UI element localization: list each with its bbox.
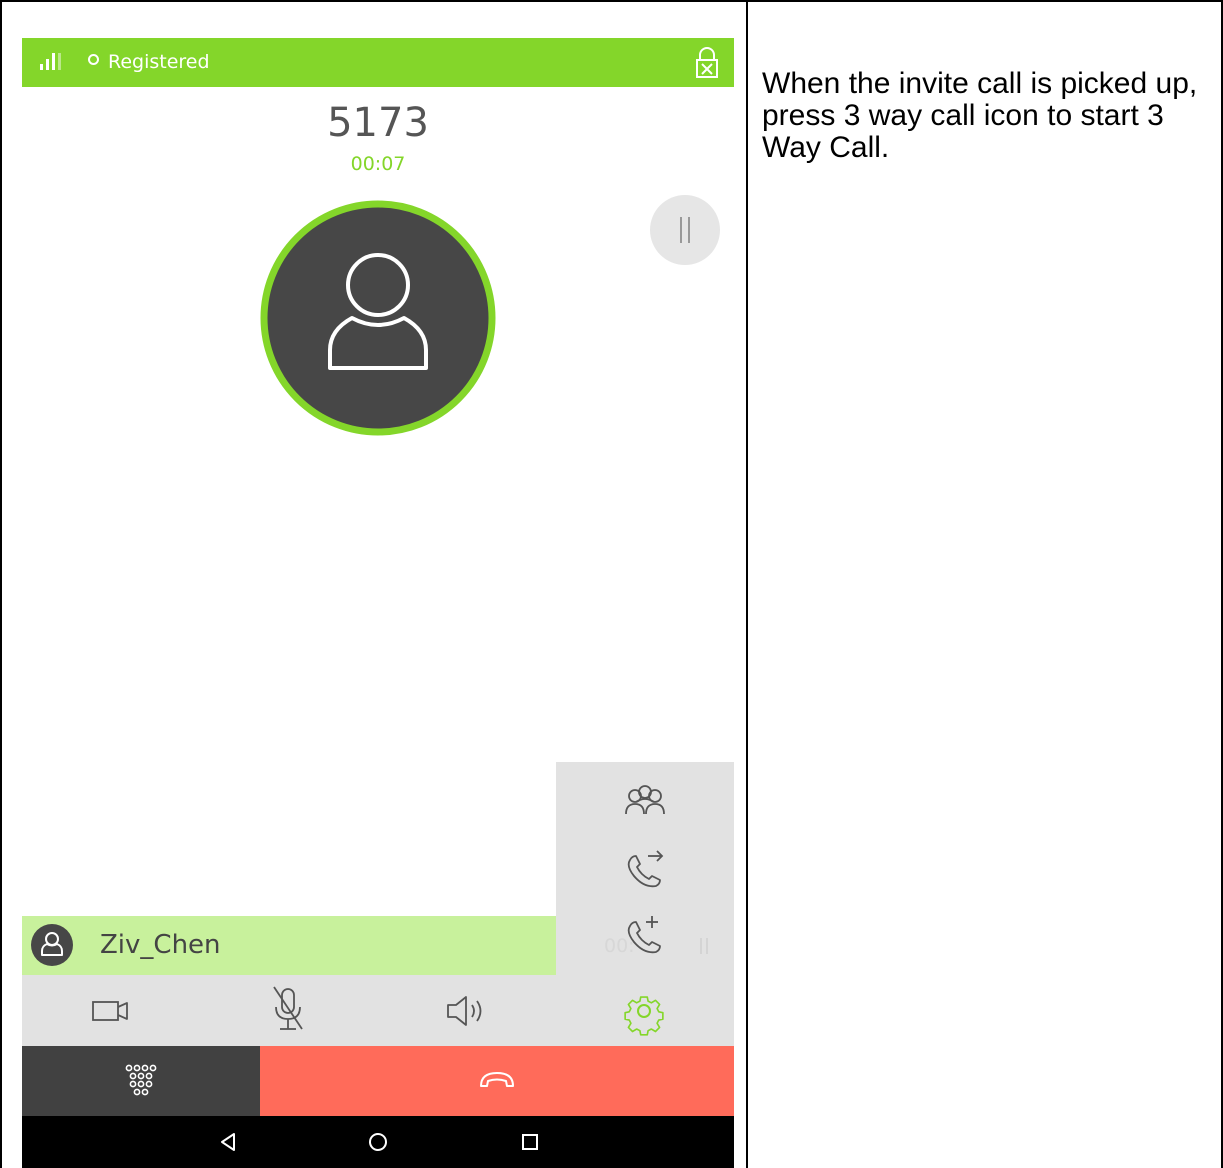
caller-number: 5173: [327, 100, 429, 146]
back-button[interactable]: [198, 1116, 258, 1168]
second-call-row[interactable]: Ziv_Chen: [22, 916, 556, 975]
video-icon: [22, 975, 200, 1046]
android-nav-bar: [22, 1116, 734, 1168]
action-bar: [22, 1046, 734, 1116]
phone-screen: Registered 5173 00:07 Ziv_Chen 00:: [22, 38, 734, 1168]
registration-status-dot: [88, 54, 99, 65]
registration-status: Registered: [108, 51, 210, 73]
hang-up-icon: [260, 1046, 734, 1116]
speaker-button[interactable]: [378, 975, 556, 1046]
hold-button[interactable]: [650, 195, 720, 265]
second-call-hold-icon: [686, 928, 722, 964]
recents-icon: [500, 1116, 560, 1168]
mute-button[interactable]: [200, 975, 378, 1046]
pause-icon: [650, 195, 720, 265]
call-controls: [22, 975, 734, 1046]
conference-button[interactable]: [556, 772, 734, 838]
transfer-call-button[interactable]: [556, 838, 734, 904]
second-call-duration: 00:: [604, 935, 635, 957]
second-call-name: Ziv_Chen: [100, 930, 221, 960]
back-icon: [198, 1116, 258, 1168]
mute-mic-icon: [200, 975, 378, 1046]
signal-bars-icon: [38, 50, 64, 72]
dialpad-icon: [22, 1046, 260, 1116]
recents-button[interactable]: [500, 1116, 560, 1168]
instruction-text: When the invite call is picked up, press…: [762, 67, 1198, 164]
status-bar: Registered: [22, 38, 734, 87]
dialpad-button[interactable]: [22, 1046, 260, 1116]
home-icon: [348, 1116, 408, 1168]
more-settings-button[interactable]: [556, 975, 734, 1046]
home-button[interactable]: [348, 1116, 408, 1168]
settings-gear-icon: [556, 975, 734, 1046]
frame-divider: [746, 0, 748, 1168]
call-transfer-icon: [556, 838, 734, 904]
second-call-hidden-controls: 00:: [556, 916, 734, 975]
speaker-icon: [378, 975, 556, 1046]
frame-border-top: [0, 0, 1223, 2]
video-button[interactable]: [22, 975, 200, 1046]
lock-icon[interactable]: [694, 46, 720, 80]
call-duration: 00:07: [350, 153, 406, 175]
contact-avatar-icon: [30, 923, 74, 967]
hang-up-button[interactable]: [260, 1046, 734, 1116]
caller-avatar: [260, 200, 496, 436]
conference-icon: [556, 772, 734, 838]
frame-border-left: [0, 0, 2, 1168]
